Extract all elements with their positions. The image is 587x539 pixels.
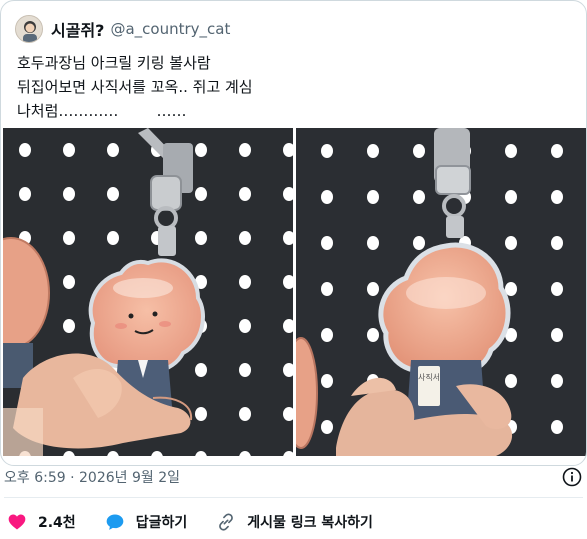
tweet-actions: 2.4천 답글하기 게시물 링크 복사하기	[6, 508, 401, 536]
link-icon	[215, 511, 237, 533]
like-button[interactable]: 2.4천	[6, 511, 76, 533]
heart-icon	[6, 511, 28, 533]
reply-button[interactable]: 답글하기	[104, 511, 188, 533]
photo-keyring-front[interactable]	[3, 128, 293, 456]
resignation-paper-text: 사직서	[418, 372, 440, 382]
timestamp[interactable]: 오후 6:59 · 2026년 9월 2일	[4, 467, 180, 487]
tweet-text-line: 나처럼………… ……	[17, 102, 187, 120]
like-count: 2.4천	[38, 515, 76, 531]
photo-keyring-back[interactable]: 사직서	[296, 128, 586, 456]
info-icon[interactable]	[561, 466, 583, 488]
tweet-text: 호두과장님 아크릴 키링 볼사람 뒤집어보면 사직서를 꼬옥.. 쥐고 계심 나…	[17, 51, 253, 123]
tweet-header: 시골쥐? @a_country_cat	[15, 13, 230, 45]
speech-bubble-icon	[104, 511, 126, 533]
tweet-card[interactable]: 시골쥐? @a_country_cat 호두과장님 아크릴 키링 볼사람 뒤집어…	[0, 0, 587, 466]
tweet-text-line: 호두과장님 아크릴 키링 볼사람	[17, 54, 211, 72]
copy-link-button[interactable]: 게시물 링크 복사하기	[215, 511, 373, 533]
avatar[interactable]	[15, 15, 43, 43]
tweet-meta: 오후 6:59 · 2026년 9월 2일	[4, 464, 583, 490]
copy-link-label: 게시물 링크 복사하기	[247, 515, 373, 531]
divider	[4, 497, 583, 498]
reply-label: 답글하기	[135, 515, 188, 531]
tweet-media: 사직서	[3, 128, 586, 456]
author-handle[interactable]: @a_country_cat	[110, 20, 230, 38]
author-display-name[interactable]: 시골쥐?	[51, 17, 104, 41]
tweet-text-line: 뒤집어보면 사직서를 꼬옥.. 쥐고 계심	[17, 78, 253, 96]
